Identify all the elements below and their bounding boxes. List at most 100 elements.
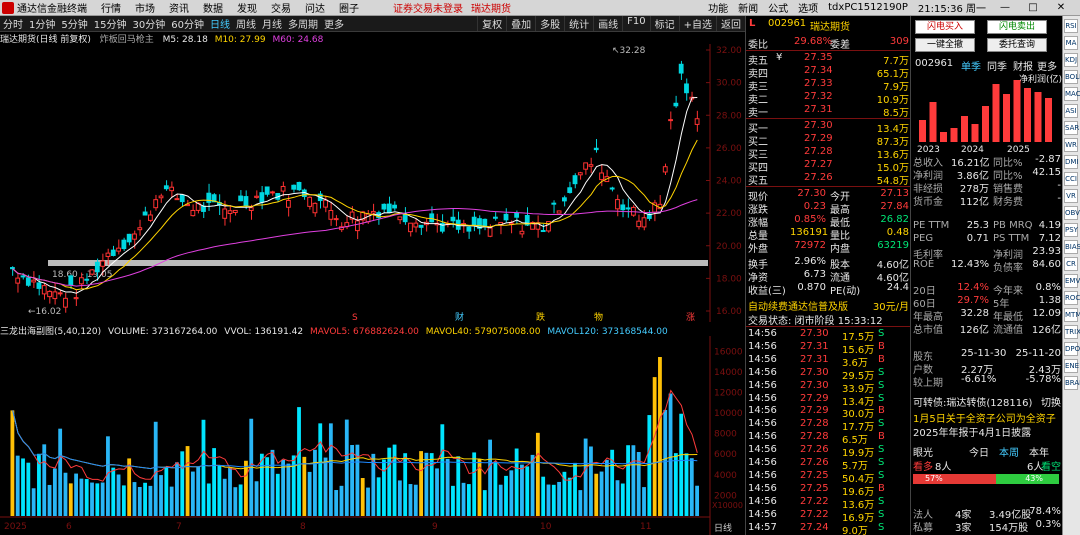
ask-price[interactable]: 27.35 — [804, 52, 833, 63]
ask-price[interactable]: 27.31 — [804, 104, 833, 115]
volume-bar — [265, 457, 270, 516]
indicator-button[interactable]: ASI — [1064, 104, 1078, 118]
indicator-button[interactable]: BIAS — [1064, 240, 1080, 254]
indicator-button[interactable]: EMV — [1064, 274, 1080, 288]
notice-link[interactable]: 1月5日关于全资子公司为全资子 — [913, 410, 1056, 425]
cancel-all-button[interactable]: 一键全撤 — [915, 38, 975, 52]
menu-item[interactable]: 交易 — [271, 0, 291, 15]
period-label[interactable]: 日线 — [714, 522, 732, 534]
indicator-button[interactable]: MTM — [1064, 308, 1080, 322]
indicator-button[interactable]: KDJ — [1064, 53, 1078, 67]
close-icon[interactable]: ✕ — [1052, 2, 1070, 13]
indicator-button[interactable]: OBV — [1064, 206, 1080, 220]
menu-item[interactable]: 发现 — [237, 0, 257, 15]
vote-tab[interactable]: 今日 — [969, 444, 989, 459]
event-marker[interactable]: 涨 — [686, 312, 695, 322]
fin-tab[interactable]: 更多 — [1037, 58, 1057, 73]
indicator-button[interactable]: DPO — [1064, 342, 1080, 356]
indicator-button[interactable]: BRAR — [1064, 376, 1080, 390]
tool-button[interactable]: 画线 — [593, 16, 622, 31]
menu-item[interactable]: 圈子 — [339, 0, 359, 15]
menu-item[interactable]: 市场 — [135, 0, 155, 15]
indicator-button[interactable]: PSY — [1064, 223, 1078, 237]
vote-tab[interactable]: 本年 — [1029, 444, 1049, 459]
order-query-button[interactable]: 委托查询 — [987, 38, 1047, 52]
title-menu-item[interactable]: 公式 — [768, 0, 788, 15]
period-tab[interactable]: 多周期 — [288, 16, 318, 31]
indicator-button[interactable]: RSI — [1064, 19, 1078, 33]
bid-price[interactable]: 27.28 — [804, 146, 833, 157]
menu-item[interactable]: 数据 — [203, 0, 223, 15]
tool-button[interactable]: F10 — [622, 16, 649, 31]
tool-button[interactable]: +自选 — [678, 16, 716, 31]
period-tab[interactable]: 分时 — [3, 16, 23, 31]
event-marker[interactable]: 财 — [455, 311, 464, 322]
indicator-button[interactable]: ROC — [1064, 291, 1080, 305]
promo-link[interactable]: 自动续费通达信普及版 — [748, 298, 848, 313]
period-tab[interactable]: 周线 — [236, 16, 256, 31]
indicator-button[interactable]: DMI — [1064, 155, 1079, 169]
period-tab[interactable]: 1分钟 — [29, 16, 55, 31]
indicator-button[interactable]: SAR — [1064, 121, 1079, 135]
period-tab[interactable]: 30分钟 — [132, 16, 165, 31]
ask-price[interactable]: 27.33 — [804, 78, 833, 89]
tool-button[interactable]: 统计 — [564, 16, 593, 31]
ask-price[interactable]: 27.32 — [804, 91, 833, 102]
bid-price[interactable]: 27.30 — [804, 120, 833, 131]
indicator-button[interactable]: CCI — [1064, 172, 1078, 186]
indicator-button[interactable]: CR — [1064, 257, 1078, 271]
period-tab[interactable]: 更多 — [324, 16, 344, 31]
maximize-icon[interactable]: □ — [1024, 2, 1042, 13]
title-menu-item[interactable]: 选项 — [798, 0, 818, 15]
candle-body — [615, 199, 620, 210]
tool-button[interactable]: 叠加 — [506, 16, 535, 31]
flash-buy-button[interactable]: 闪电买入 — [915, 20, 975, 34]
flash-sell-button[interactable]: 闪电卖出 — [987, 20, 1047, 34]
tool-button[interactable]: 复权 — [477, 16, 506, 31]
tool-button[interactable]: 返回 — [716, 16, 745, 31]
user-id[interactable]: tdxPC1512190P — [828, 2, 908, 13]
bull-label: 看多 — [913, 462, 933, 473]
tick-time: 14:56 — [748, 495, 777, 507]
fin-tab[interactable]: 单季 — [961, 58, 981, 73]
bid-price[interactable]: 27.26 — [804, 172, 833, 183]
bid-price[interactable]: 27.29 — [804, 133, 833, 144]
menu-item[interactable]: 问达 — [305, 0, 325, 15]
period-tab[interactable]: 15分钟 — [94, 16, 127, 31]
menu-item[interactable]: 行情 — [101, 0, 121, 15]
vote-tab[interactable]: 本周 — [999, 444, 1019, 459]
tool-button[interactable]: 标记 — [649, 16, 679, 31]
kline-chart[interactable]: 32.00 30.00 28.00 26.00 24.00 22.00 20.00 18.00… — [0, 44, 745, 322]
bond-link[interactable]: 可转债:瑞达转债(128116) — [913, 394, 1032, 409]
fin-tab[interactable]: 财报 — [1013, 58, 1033, 73]
indicator-button[interactable]: TRIX — [1064, 325, 1080, 339]
weibi-label: 委比 — [748, 40, 768, 51]
period-tab[interactable]: 5分钟 — [61, 16, 87, 31]
title-menu-item[interactable]: 功能 — [708, 0, 728, 15]
bond-switch[interactable]: 切换 — [1041, 394, 1061, 409]
event-marker[interactable]: 物 — [594, 311, 603, 322]
fin-tab[interactable]: 同季 — [987, 58, 1007, 73]
tool-button[interactable]: 多股 — [535, 16, 564, 31]
bid-price[interactable]: 27.27 — [804, 159, 833, 170]
event-marker[interactable]: 跌 — [536, 312, 545, 322]
volume-chart[interactable]: 16000 14000 12000 10000 8000 6000 4000 2000X100… — [0, 336, 745, 535]
indicator-button[interactable]: BOLL — [1064, 70, 1080, 84]
period-tab[interactable]: 60分钟 — [171, 16, 204, 31]
period-tab[interactable]: 月线 — [262, 16, 282, 31]
indicator-button[interactable]: ENE — [1064, 359, 1079, 373]
period-tab[interactable]: 日线 — [210, 16, 230, 31]
indicator-button[interactable]: MACD — [1064, 87, 1080, 101]
indicator-button[interactable]: WR — [1064, 138, 1078, 152]
title-menu-item[interactable]: 新闻 — [738, 0, 758, 15]
ask-price[interactable]: 27.34 — [804, 65, 833, 76]
indicator-button[interactable]: VR — [1064, 189, 1078, 203]
login-warning[interactable]: 证券交易未登录 — [393, 0, 463, 15]
indicator-button[interactable]: MA — [1064, 36, 1078, 50]
event-marker[interactable]: S — [352, 313, 358, 322]
menu-item[interactable]: 资讯 — [169, 0, 189, 15]
volume-bar — [180, 451, 185, 516]
bear-label: 看空 — [1041, 462, 1061, 473]
tick-side: S — [878, 379, 885, 391]
minimize-icon[interactable]: — — [996, 2, 1014, 13]
